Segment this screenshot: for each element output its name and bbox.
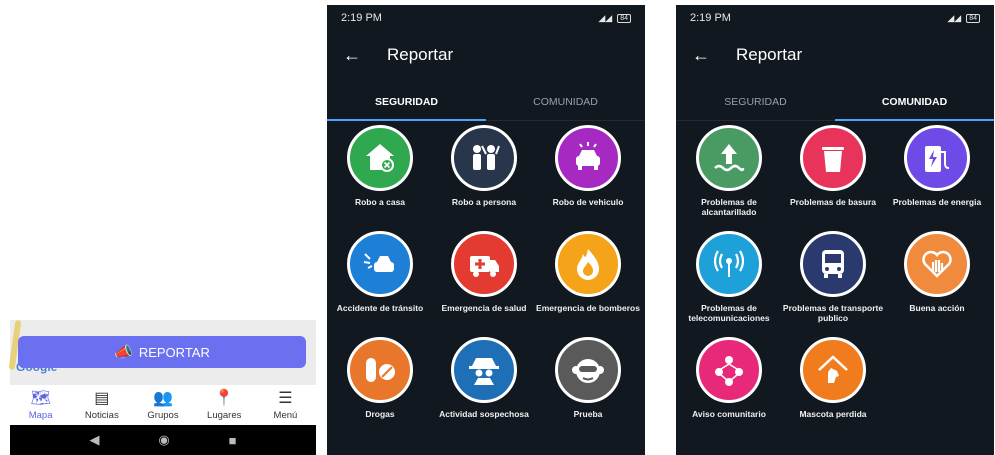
location-pin-icon: 📍 [214, 389, 235, 407]
home-circle-icon[interactable]: ◉ [158, 432, 169, 448]
groups-icon: 👥 [153, 389, 173, 407]
report-button-label: REPORTAR [138, 344, 210, 360]
app-bar: ← Reportar [327, 35, 645, 75]
category-label: Robo de vehiculo [552, 197, 624, 207]
category-label: Robo a persona [451, 197, 517, 207]
news-icon: ▤ [94, 389, 110, 407]
spy-icon [451, 337, 517, 403]
fire-icon [555, 231, 621, 297]
seguridad-category-pills[interactable]: Drogas [327, 337, 435, 419]
seguridad-category-car-alarm[interactable]: Robo de vehiculo [533, 125, 643, 207]
status-icons: ◢◢ 84 [947, 13, 980, 24]
status-time: 2:19 PM [690, 12, 731, 24]
category-label: Problemas de basura [790, 197, 876, 207]
category-label: Accidente de tránsito [336, 303, 424, 313]
signal-icon: ◢◢ [598, 12, 613, 23]
bottom-navigation: 🗺 Mapa ▤ Noticias 👥 Grupos 📍 Lugares ☰ M… [10, 385, 316, 425]
status-bar: 2:19 PM ◢◢ 84 [676, 5, 994, 31]
signal-icon: ◢◢ [947, 12, 962, 23]
heart-hand-icon [904, 231, 970, 297]
ambulance-icon [451, 231, 517, 297]
nav-item-menu[interactable]: ☰ Menú [255, 385, 316, 425]
home-screen: Google 📣 REPORTAR 🗺 Mapa ▤ Noticias 👥 Gr… [8, 0, 316, 455]
trash-icon [800, 125, 866, 191]
battery-icon: 84 [617, 13, 631, 23]
bus-icon [800, 231, 866, 297]
report-screen-seguridad: 2:19 PM ◢◢ 84 ← Reportar SEGURIDAD COMUN… [327, 5, 645, 455]
nav-label: Lugares [207, 409, 242, 421]
seguridad-category-monkey[interactable]: Prueba [533, 337, 643, 419]
status-icons: ◢◢ 84 [598, 13, 631, 24]
nav-item-noticias[interactable]: ▤ Noticias [71, 385, 132, 425]
comunidad-category-ev-charger[interactable]: Problemas de energia [882, 125, 992, 207]
status-bar: 2:19 PM ◢◢ 84 [327, 5, 645, 31]
seguridad-category-spy[interactable]: Actividad sospechosa [429, 337, 539, 419]
page-title: Reportar [736, 45, 803, 64]
seguridad-category-house-theft[interactable]: Robo a casa [327, 125, 435, 207]
comunidad-category-lost-pet[interactable]: Mascota perdida [778, 337, 888, 419]
nav-item-grupos[interactable]: 👥 Grupos [132, 385, 193, 425]
category-label: Emergencia de bomberos [536, 303, 640, 313]
comunidad-category-antenna[interactable]: Problemas de telecomunicaciones [676, 231, 784, 323]
hamburger-menu-icon: ☰ [278, 389, 293, 407]
comunidad-category-bus[interactable]: Problemas de transporte publico [778, 231, 888, 323]
ev-charger-icon [904, 125, 970, 191]
battery-icon: 84 [966, 13, 980, 23]
tab-bar: SEGURIDAD COMUNIDAD [327, 83, 645, 121]
house-theft-icon [347, 125, 413, 191]
back-arrow-icon[interactable]: ← [692, 45, 736, 66]
monkey-icon [555, 337, 621, 403]
lost-pet-icon [800, 337, 866, 403]
tab-comunidad[interactable]: COMUNIDAD [486, 83, 645, 120]
seguridad-category-car-crash[interactable]: Accidente de tránsito [327, 231, 435, 313]
megaphone-icon: 📣 [114, 344, 133, 361]
pills-icon [347, 337, 413, 403]
person-theft-icon [451, 125, 517, 191]
category-label: Problemas de energia [892, 197, 982, 207]
nav-label: Mapa [28, 409, 53, 421]
seguridad-category-ambulance[interactable]: Emergencia de salud [429, 231, 539, 313]
app-bar: ← Reportar [676, 35, 994, 75]
back-triangle-icon[interactable]: ◀ [89, 432, 99, 448]
car-alarm-icon [555, 125, 621, 191]
category-label: Buena acción [909, 303, 965, 313]
seguridad-category-person-theft[interactable]: Robo a persona [429, 125, 539, 207]
comunidad-category-trash[interactable]: Problemas de basura [778, 125, 888, 207]
nav-label: Menú [273, 409, 298, 421]
comunidad-category-community[interactable]: Aviso comunitario [676, 337, 784, 419]
category-label: Mascota perdida [799, 409, 867, 419]
tab-seguridad[interactable]: SEGURIDAD [327, 83, 486, 121]
community-icon [696, 337, 762, 403]
category-label: Drogas [365, 409, 395, 419]
category-label: Actividad sospechosa [439, 409, 529, 419]
category-label: Prueba [573, 409, 603, 419]
comunidad-category-sewer[interactable]: Problemas de alcantarillado [676, 125, 784, 217]
recents-square-icon[interactable]: ■ [229, 433, 237, 448]
antenna-icon [696, 231, 762, 297]
tab-bar: SEGURIDAD COMUNIDAD [676, 83, 994, 121]
car-crash-icon [347, 231, 413, 297]
nav-item-lugares[interactable]: 📍 Lugares [194, 385, 255, 425]
page-title: Reportar [387, 45, 454, 64]
category-label: Problemas de alcantarillado [701, 197, 757, 217]
map-icon: 🗺 [30, 389, 51, 407]
tab-seguridad[interactable]: SEGURIDAD [676, 83, 835, 120]
category-label: Aviso comunitario [692, 409, 766, 419]
back-arrow-icon[interactable]: ← [343, 45, 387, 66]
comunidad-category-heart-hand[interactable]: Buena acción [882, 231, 992, 313]
report-screen-comunidad: 2:19 PM ◢◢ 84 ← Reportar SEGURIDAD COMUN… [676, 5, 994, 455]
category-label: Emergencia de salud [441, 303, 527, 313]
category-label: Problemas de transporte publico [782, 303, 884, 323]
system-navigation-bar: ◀ ◉ ■ [10, 425, 316, 455]
tab-comunidad[interactable]: COMUNIDAD [835, 83, 994, 121]
nav-label: Noticias [84, 409, 119, 421]
category-label: Problemas de telecomunicaciones [688, 303, 770, 323]
category-label: Robo a casa [354, 197, 406, 207]
status-time: 2:19 PM [341, 12, 382, 24]
seguridad-category-fire[interactable]: Emergencia de bomberos [533, 231, 643, 313]
report-button[interactable]: 📣 REPORTAR [18, 336, 306, 368]
nav-label: Grupos [147, 409, 179, 421]
nav-item-mapa[interactable]: 🗺 Mapa [10, 385, 71, 425]
sewer-icon [696, 125, 762, 191]
